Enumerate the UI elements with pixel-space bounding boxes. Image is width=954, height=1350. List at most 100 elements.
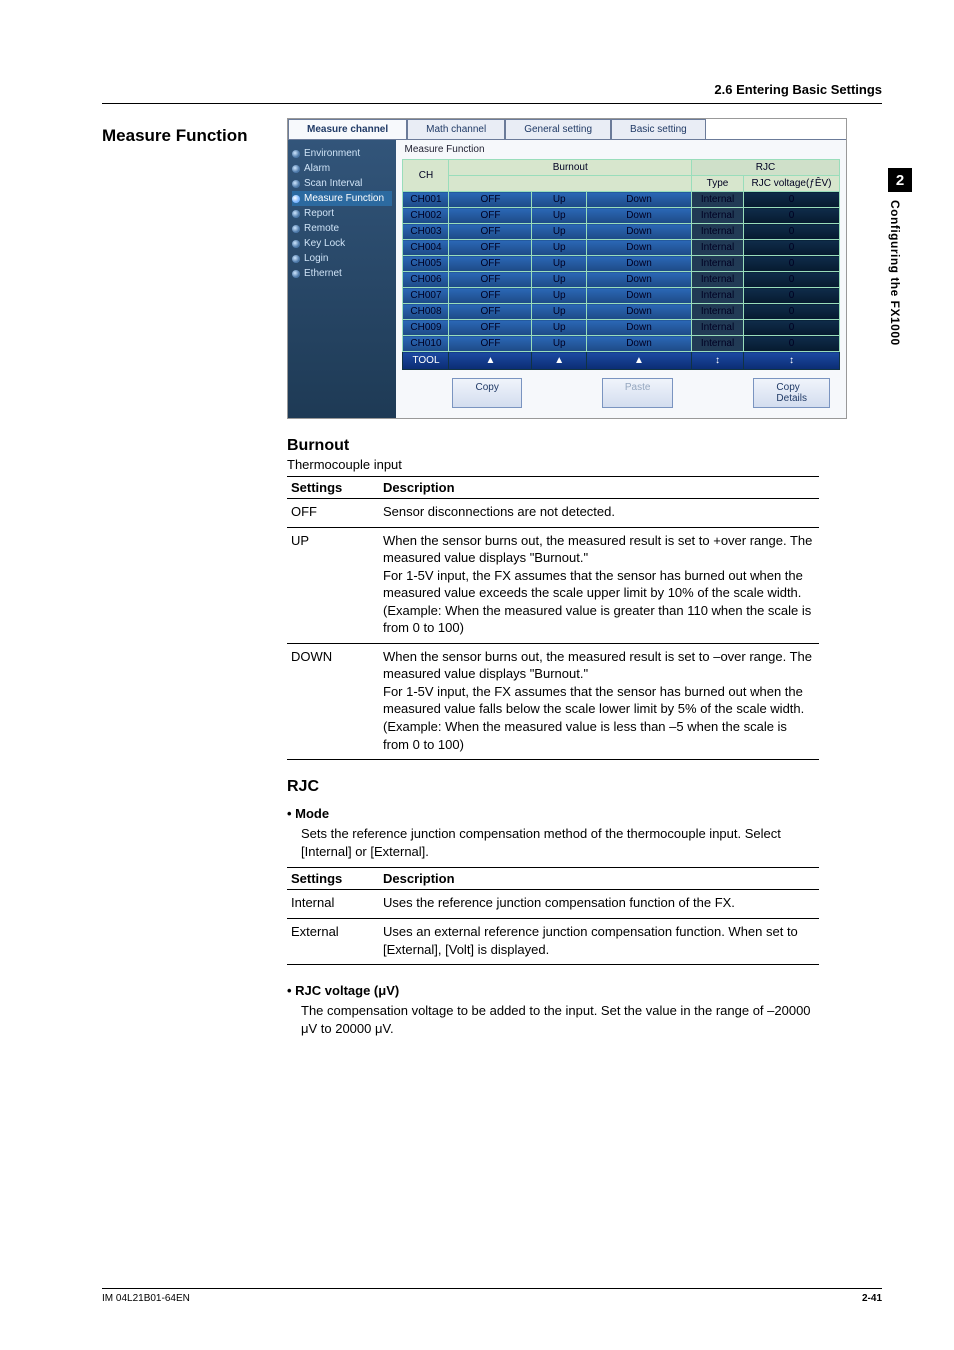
cell-burnout-down[interactable]: Down [586, 304, 691, 320]
cell-burnout-off[interactable]: OFF [449, 240, 532, 256]
cell-burnout-down[interactable]: Down [586, 272, 691, 288]
cell-burnout-up[interactable]: Up [532, 224, 587, 240]
cell-burnout-up[interactable]: Up [532, 240, 587, 256]
copy-button[interactable]: Copy [452, 378, 521, 408]
chapter-label: Configuring the FX1000 [888, 200, 902, 346]
th-description: Description [379, 868, 819, 890]
table-row: CH006OFFUpDownInternal0 [403, 272, 840, 288]
cell-burnout-off[interactable]: OFF [449, 272, 532, 288]
nav-remote[interactable]: Remote [292, 221, 392, 236]
cell-burnout-off[interactable]: OFF [449, 224, 532, 240]
cell-rjc-voltage[interactable]: 0 [744, 288, 840, 304]
updown-icon[interactable]: ↕ [744, 352, 840, 370]
cell-burnout-down[interactable]: Down [586, 288, 691, 304]
cell-description: When the sensor burns out, the measured … [379, 643, 819, 759]
nav-measure-function[interactable]: Measure Function [292, 191, 392, 206]
tool-row: TOOL ▲ ▲ ▲ ↕ ↕ [403, 352, 840, 370]
table-row: ExternalUses an external reference junct… [287, 919, 819, 965]
paste-button[interactable]: Paste [602, 378, 674, 408]
doc-id: IM 04L21B01-64EN [102, 1293, 190, 1304]
cell-rjc-type[interactable]: Internal [692, 304, 744, 320]
rjc-table: Settings Description InternalUses the re… [287, 867, 819, 965]
bullet-icon [292, 210, 300, 218]
cell-rjc-voltage[interactable]: 0 [744, 224, 840, 240]
cell-burnout-off[interactable]: OFF [449, 256, 532, 272]
cell-setting: Internal [287, 890, 379, 919]
cell-burnout-down[interactable]: Down [586, 320, 691, 336]
section-header: 2.6 Entering Basic Settings [102, 82, 882, 97]
bullet-icon [292, 165, 300, 173]
group-title: Measure Function [402, 144, 840, 159]
cell-burnout-up[interactable]: Up [532, 320, 587, 336]
copy-details-button[interactable]: Copy Details [753, 378, 830, 408]
cell-ch: CH008 [403, 304, 449, 320]
cell-rjc-voltage[interactable]: 0 [744, 192, 840, 208]
bullet-icon [292, 150, 300, 158]
cell-ch: CH009 [403, 320, 449, 336]
cell-burnout-down[interactable]: Down [586, 208, 691, 224]
cell-rjc-type[interactable]: Internal [692, 320, 744, 336]
cell-burnout-up[interactable]: Up [532, 192, 587, 208]
cell-rjc-type[interactable]: Internal [692, 192, 744, 208]
cell-burnout-down[interactable]: Down [586, 336, 691, 352]
cell-burnout-down[interactable]: Down [586, 240, 691, 256]
app-screenshot: Measure channel Math channel General set… [287, 118, 847, 419]
cell-ch: CH006 [403, 272, 449, 288]
cell-burnout-up[interactable]: Up [532, 272, 587, 288]
nav-environment[interactable]: Environment [292, 146, 392, 161]
cell-ch: CH003 [403, 224, 449, 240]
cell-burnout-up[interactable]: Up [532, 256, 587, 272]
tab-math-channel[interactable]: Math channel [407, 119, 505, 139]
tab-measure-channel[interactable]: Measure channel [288, 119, 407, 139]
cell-rjc-type[interactable]: Internal [692, 272, 744, 288]
cell-burnout-up[interactable]: Up [532, 336, 587, 352]
cell-burnout-off[interactable]: OFF [449, 320, 532, 336]
rjc-mode-body: Sets the reference junction compensation… [301, 825, 819, 861]
cell-rjc-type[interactable]: Internal [692, 208, 744, 224]
cell-rjc-voltage[interactable]: 0 [744, 336, 840, 352]
cell-rjc-type[interactable]: Internal [692, 240, 744, 256]
cell-rjc-type[interactable]: Internal [692, 224, 744, 240]
nav-label: Alarm [304, 163, 330, 174]
arrow-up-icon[interactable]: ▲ [449, 352, 532, 370]
cell-rjc-voltage[interactable]: 0 [744, 256, 840, 272]
cell-rjc-voltage[interactable]: 0 [744, 320, 840, 336]
nav-report[interactable]: Report [292, 206, 392, 221]
cell-rjc-voltage[interactable]: 0 [744, 208, 840, 224]
table-row: OFFSensor disconnections are not detecte… [287, 499, 819, 528]
cell-burnout-off[interactable]: OFF [449, 336, 532, 352]
cell-burnout-off[interactable]: OFF [449, 208, 532, 224]
col-ch: CH [403, 160, 449, 192]
cell-description: When the sensor burns out, the measured … [379, 527, 819, 643]
cell-rjc-type[interactable]: Internal [692, 336, 744, 352]
cell-burnout-off[interactable]: OFF [449, 304, 532, 320]
table-row: CH002OFFUpDownInternal0 [403, 208, 840, 224]
nav-login[interactable]: Login [292, 251, 392, 266]
nav-scan-interval[interactable]: Scan Interval [292, 176, 392, 191]
updown-icon[interactable]: ↕ [692, 352, 744, 370]
th-description: Description [379, 477, 819, 499]
cell-burnout-up[interactable]: Up [532, 304, 587, 320]
cell-burnout-down[interactable]: Down [586, 224, 691, 240]
arrow-up-icon[interactable]: ▲ [532, 352, 587, 370]
channel-grid: CH Burnout RJC Type RJC voltage(ƒÊV) CH0… [402, 159, 840, 370]
cell-burnout-up[interactable]: Up [532, 208, 587, 224]
tab-basic-setting[interactable]: Basic setting [611, 119, 706, 139]
nav-alarm[interactable]: Alarm [292, 161, 392, 176]
nav-key-lock[interactable]: Key Lock [292, 236, 392, 251]
cell-burnout-off[interactable]: OFF [449, 288, 532, 304]
nav-ethernet[interactable]: Ethernet [292, 266, 392, 281]
cell-rjc-voltage[interactable]: 0 [744, 272, 840, 288]
button-row: Copy Paste Copy Details [402, 370, 840, 408]
cell-burnout-down[interactable]: Down [586, 256, 691, 272]
tab-general-setting[interactable]: General setting [505, 119, 611, 139]
cell-rjc-voltage[interactable]: 0 [744, 304, 840, 320]
cell-rjc-type[interactable]: Internal [692, 256, 744, 272]
cell-burnout-down[interactable]: Down [586, 192, 691, 208]
cell-burnout-up[interactable]: Up [532, 288, 587, 304]
cell-burnout-off[interactable]: OFF [449, 192, 532, 208]
col-rjc: RJC [692, 160, 840, 176]
cell-rjc-voltage[interactable]: 0 [744, 240, 840, 256]
arrow-up-icon[interactable]: ▲ [586, 352, 691, 370]
cell-rjc-type[interactable]: Internal [692, 288, 744, 304]
